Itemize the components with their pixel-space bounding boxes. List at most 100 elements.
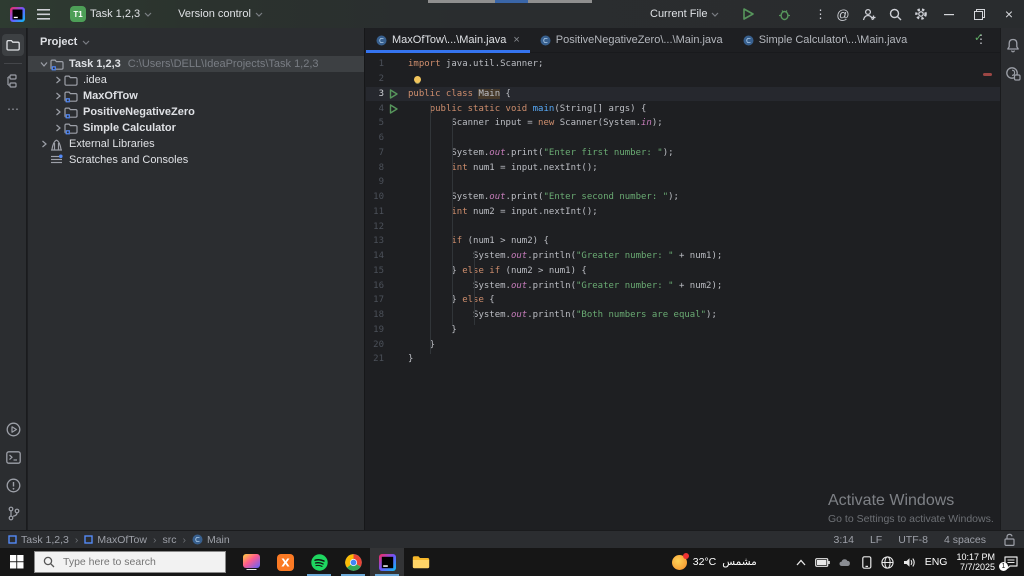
chevron-right-icon[interactable]: [38, 140, 50, 148]
status-item[interactable]: LF: [870, 534, 882, 546]
status-item[interactable]: 3:14: [834, 534, 854, 546]
code-line-7[interactable]: 7 System.out.print("Enter first number: …: [366, 146, 1000, 161]
project-widget[interactable]: T1 Task 1,2,3: [64, 3, 158, 25]
code-line-12[interactable]: 12: [366, 219, 1000, 234]
run-configuration-label: Current File: [650, 8, 708, 20]
action-center-icon[interactable]: 1: [999, 555, 1018, 571]
code-line-6[interactable]: 6: [366, 131, 1000, 146]
intention-bulb-icon[interactable]: [414, 75, 421, 83]
code-line-21[interactable]: 21}: [366, 352, 1000, 367]
run-configuration-selector[interactable]: Current File: [644, 3, 725, 25]
code-editor[interactable]: 1 import java.util.Scanner; 2 3 public class…: [366, 57, 1000, 367]
minimize-button[interactable]: [934, 0, 964, 28]
unlock-icon[interactable]: [1002, 533, 1016, 547]
chevron-down-icon[interactable]: [38, 60, 50, 68]
taskbar-app-chrome[interactable]: [336, 548, 370, 576]
problems-tool-icon[interactable]: [3, 474, 25, 496]
taskbar-app-colorful[interactable]: [234, 548, 268, 576]
taskbar-search-input[interactable]: [63, 556, 213, 568]
code-line-10[interactable]: 10 System.out.print("Enter second number…: [366, 190, 1000, 205]
code-line-16[interactable]: 16 System.out.println("Greater number: "…: [366, 278, 1000, 293]
more-tool-windows-icon[interactable]: ⋯: [2, 98, 24, 120]
code-line-8[interactable]: 8 int num1 = input.nextInt();: [366, 160, 1000, 175]
editor-tab-1[interactable]: C PositiveNegativeZero\...\Main.java: [530, 28, 733, 52]
code-line-5[interactable]: 5 Scanner input = new Scanner(System.in)…: [366, 116, 1000, 131]
code-line-18[interactable]: 18 System.out.println("Both numbers are …: [366, 308, 1000, 323]
taskbar-weather[interactable]: 32°C مشمس: [671, 552, 757, 570]
chevron-right-icon[interactable]: [52, 92, 64, 100]
chevron-right-icon[interactable]: [52, 124, 64, 132]
taskbar-app-xampp[interactable]: X: [268, 548, 302, 576]
taskbar-app-intellij[interactable]: [370, 548, 404, 576]
editor-tab-2[interactable]: C Simple Calculator\...\Main.java: [733, 28, 918, 52]
breadcrumb-item[interactable]: Task 1,2,3: [8, 534, 69, 546]
ai-assistant-icon[interactable]: @: [830, 1, 856, 27]
structure-tool-icon[interactable]: [2, 70, 24, 92]
code-line-1[interactable]: 1 import java.util.Scanner;: [366, 57, 1000, 72]
code-text: public static void main(String[] args) {: [429, 103, 647, 114]
phone-link-icon[interactable]: [861, 555, 872, 569]
tree-item-external-libraries[interactable]: External Libraries: [28, 136, 364, 152]
svg-text:X: X: [281, 556, 290, 569]
terminal-tool-icon[interactable]: [3, 446, 25, 468]
settings-gear-icon[interactable]: [908, 1, 934, 27]
code-with-me-icon[interactable]: [856, 1, 882, 27]
code-line-2[interactable]: 2: [366, 72, 1000, 87]
code-line-17[interactable]: 17 } else {: [366, 293, 1000, 308]
git-branch-tool-icon[interactable]: [3, 502, 25, 524]
tree-item-task-1-2-3[interactable]: Task 1,2,3 C:\Users\DELL\IdeaProjects\Tas…: [28, 56, 364, 72]
network-globe-icon[interactable]: [881, 555, 894, 569]
run-tool-icon[interactable]: [3, 418, 25, 440]
volume-icon[interactable]: [903, 557, 916, 568]
main-menu-icon[interactable]: [30, 1, 56, 27]
onedrive-icon[interactable]: [839, 558, 853, 567]
start-button[interactable]: [0, 548, 34, 576]
status-item[interactable]: UTF-8: [898, 534, 928, 546]
tree-item-positivenegativezero[interactable]: PositiveNegativeZero: [28, 104, 364, 120]
code-line-3[interactable]: 3 public class Main {: [366, 86, 1000, 102]
code-line-14[interactable]: 14 System.out.println("Greater number: "…: [366, 249, 1000, 264]
chevron-right-icon[interactable]: [52, 108, 64, 116]
battery-icon[interactable]: [814, 557, 830, 567]
project-name: Task 1,2,3: [90, 8, 141, 20]
close-button[interactable]: ×: [994, 0, 1024, 28]
notifications-bell-icon[interactable]: [1002, 34, 1024, 56]
taskbar-app-spotify[interactable]: [302, 548, 336, 576]
tree-item-maxoftow[interactable]: MaxOfTow: [28, 88, 364, 104]
version-control-widget[interactable]: Version control: [172, 3, 269, 25]
taskbar-app-file-explorer[interactable]: [404, 548, 438, 576]
breadcrumb-item[interactable]: src: [162, 534, 176, 546]
debug-button[interactable]: [771, 1, 797, 27]
project-tool-icon[interactable]: [2, 34, 24, 56]
language-indicator[interactable]: ENG: [925, 556, 948, 568]
tree-item-scratches-and-consoles[interactable]: Scratches and Consoles: [28, 152, 364, 168]
restore-button[interactable]: [964, 0, 994, 28]
chevron-right-icon[interactable]: [52, 76, 64, 84]
taskbar-search[interactable]: [34, 551, 226, 573]
code-line-9[interactable]: 9: [366, 175, 1000, 190]
ai-assistant-tool-icon[interactable]: [1002, 62, 1024, 84]
code-line-4[interactable]: 4 public static void main(String[] args)…: [366, 101, 1000, 116]
code-line-13[interactable]: 13 if (num1 > num2) {: [366, 234, 1000, 249]
code-line-15[interactable]: 15 } else if (num2 > num1) {: [366, 264, 1000, 279]
status-item[interactable]: 4 spaces: [944, 534, 986, 546]
search-everywhere-icon[interactable]: [882, 1, 908, 27]
tree-item-simple-calculator[interactable]: Simple Calculator: [28, 120, 364, 136]
code-line-19[interactable]: 19 }: [366, 323, 1000, 338]
taskbar-clock[interactable]: 10:17 PM 7/7/2025: [956, 552, 995, 572]
run-line-icon[interactable]: [384, 103, 402, 114]
error-stripe-mark[interactable]: [983, 73, 992, 76]
code-line-11[interactable]: 11 int num2 = input.nextInt();: [366, 205, 1000, 220]
project-panel-header[interactable]: Project: [28, 28, 364, 56]
code-line-20[interactable]: 20 }: [366, 337, 1000, 352]
editor-tab-0[interactable]: C MaxOfTow\...\Main.java ×: [366, 28, 530, 53]
inspection-ok-icon[interactable]: ✓: [974, 31, 983, 44]
run-line-icon[interactable]: [384, 89, 402, 99]
tree-item--idea[interactable]: .idea: [28, 72, 364, 88]
tab-close-icon[interactable]: ×: [513, 34, 519, 46]
show-hidden-icons-chevron[interactable]: [796, 559, 806, 566]
breadcrumb-item[interactable]: C Main: [192, 534, 230, 546]
breadcrumb-item[interactable]: MaxOfTow: [84, 534, 147, 546]
module-icon: [84, 535, 94, 544]
run-button[interactable]: [735, 1, 761, 27]
